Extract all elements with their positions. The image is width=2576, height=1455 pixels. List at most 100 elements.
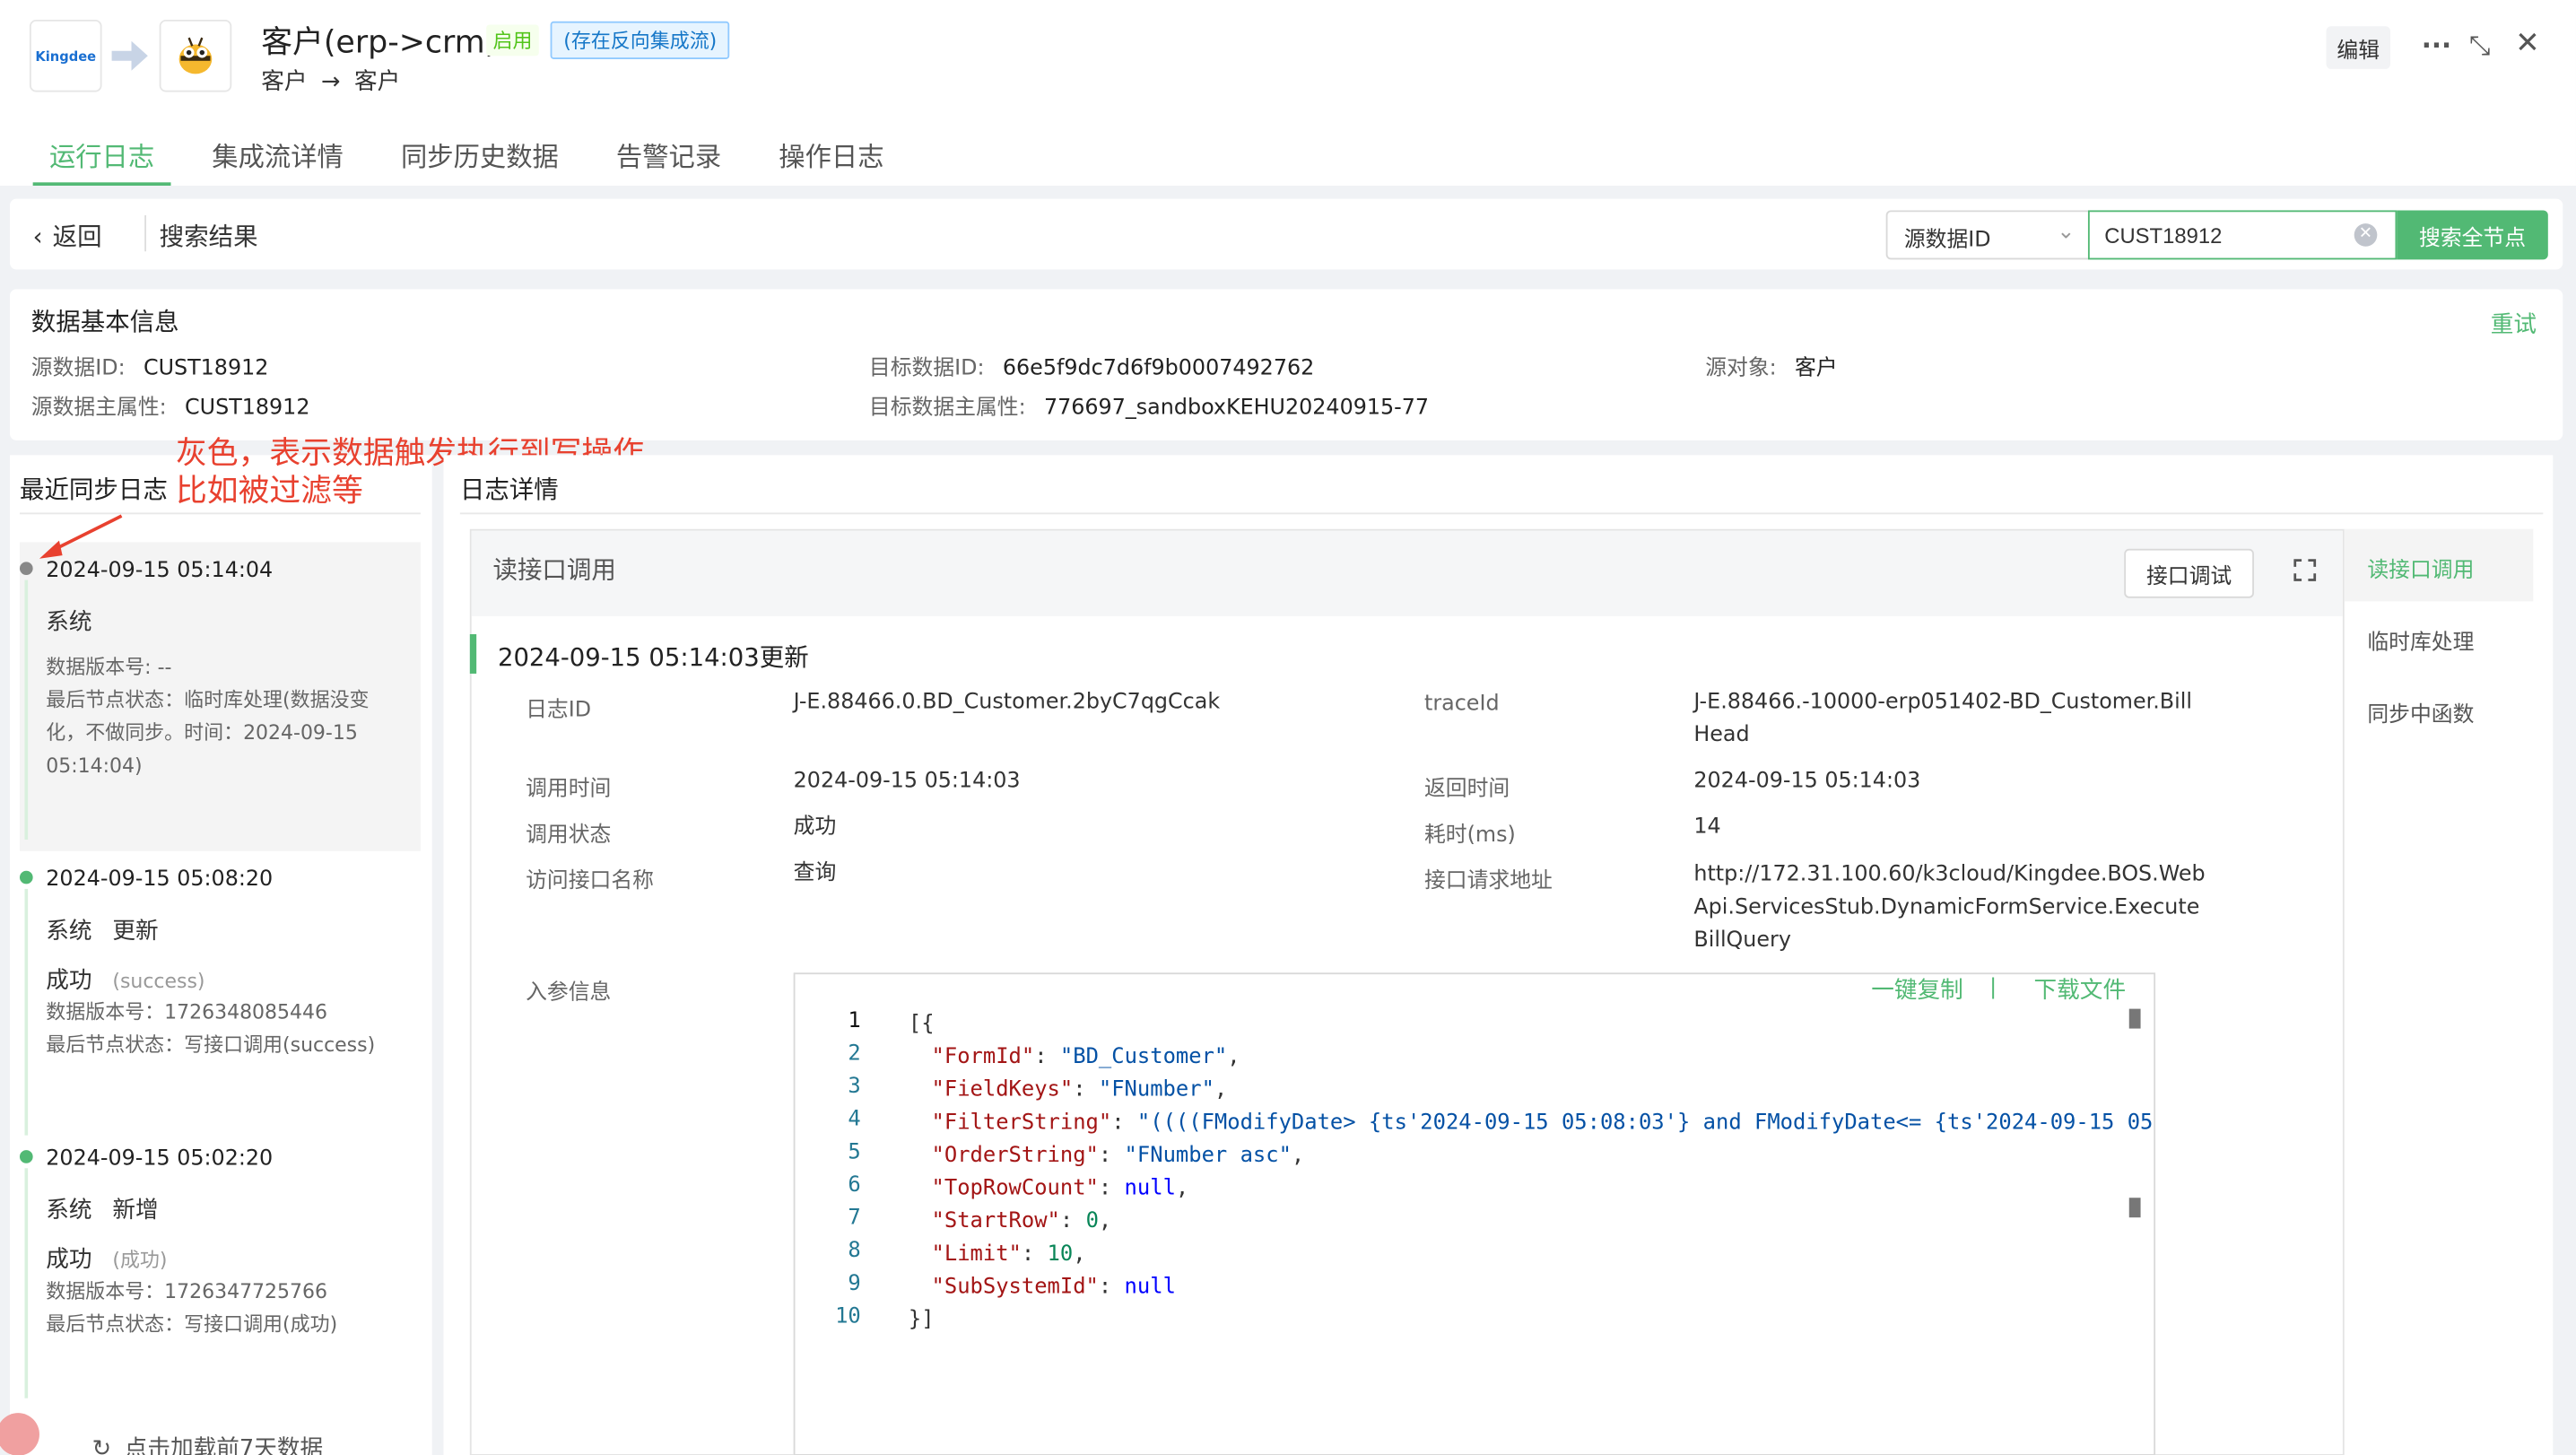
search-all-nodes-button[interactable]: 搜索全节点: [2397, 210, 2548, 260]
side-nav-read-api[interactable]: 读接口调用: [2367, 552, 2474, 583]
scrollbar-thumb[interactable]: [2128, 1008, 2141, 1029]
load-more-label: 点击加载前7天数据: [124, 1435, 324, 1455]
line-number: 2: [848, 1041, 861, 1067]
params-code-editor[interactable]: 1 2 3 4 5 6 7 8 9 10 [{ "FormId": "BD_Cu…: [793, 972, 2156, 1455]
copy-button[interactable]: 一键复制: [1871, 972, 1963, 1006]
timeline-line: [24, 888, 29, 1136]
code-line: "TopRowCount": null,: [931, 1176, 1189, 1201]
api-name-value: 查询: [793, 860, 837, 886]
tab-run-log[interactable]: 运行日志: [32, 135, 171, 186]
tgt-id-row: 目标数据ID: 66e5f9dc7d6f9b0007492762: [869, 350, 1315, 381]
code-value: null: [1124, 1176, 1176, 1201]
back-button[interactable]: ‹ 返回: [33, 219, 102, 253]
code-line: "FilterString": "((((FModifyDate> {ts'20…: [931, 1111, 2154, 1136]
code-key: "FieldKeys": [931, 1077, 1074, 1103]
bee-icon: [178, 37, 213, 74]
api-name-label: 访问接口名称: [526, 868, 655, 894]
code-line: "FieldKeys": "FNumber",: [931, 1077, 1228, 1103]
scrollbar-thumb[interactable]: [2128, 1198, 2141, 1218]
src-obj-label: 源对象:: [1705, 356, 1777, 381]
download-button[interactable]: 下载文件: [2034, 972, 2127, 1006]
api-debug-button[interactable]: 接口调试: [2124, 548, 2254, 598]
timeline-result: 成功 (success): [46, 963, 205, 996]
timeline-status-line: 最后节点状态：写接口调用(success): [46, 1033, 376, 1057]
shrink-icon[interactable]: ⤡: [2469, 30, 2490, 63]
code-value: "FNumber": [1098, 1077, 1214, 1103]
floating-dot[interactable]: [0, 1413, 39, 1455]
src-main-label: 源数据主属性:: [30, 396, 167, 421]
timeline-time[interactable]: 2024-09-15 05:08:20: [46, 867, 273, 892]
tgt-main-value: 776697_sandboxKEHU20240915-77: [1043, 396, 1430, 421]
code-value: "BD_Customer": [1059, 1044, 1228, 1070]
line-number: 7: [848, 1206, 861, 1231]
search-input[interactable]: [2087, 210, 2398, 260]
kingdee-logo: Kingdee: [29, 19, 102, 92]
tab-sync-history[interactable]: 同步历史数据: [385, 135, 575, 186]
timeline-result-note: (success): [112, 969, 205, 993]
close-icon[interactable]: ✕: [2515, 26, 2540, 60]
timeline-line: [24, 579, 29, 840]
load-more-button[interactable]: ↻ 点击加载前7天数据: [92, 1431, 324, 1455]
src-id-row: 源数据ID: CUST18912: [31, 350, 269, 380]
timeline-result: 成功 (成功): [46, 1242, 167, 1276]
retry-button[interactable]: 重试: [2491, 308, 2537, 341]
elapsed-value: 14: [1693, 815, 1721, 840]
kingdee-logo-text: Kingdee: [35, 48, 97, 64]
params-label: 入参信息: [526, 980, 612, 1006]
elapsed-label: 耗时(ms): [1423, 823, 1516, 849]
timeline-version: 数据版本号: --: [46, 655, 172, 679]
timeline-status-line: 最后节点状态：临时库处理(数据没变: [46, 688, 370, 712]
line-number: 3: [848, 1074, 861, 1100]
src-main-row: 源数据主属性: CUST18912: [30, 389, 310, 421]
tab-operation-log[interactable]: 操作日志: [762, 135, 901, 186]
line-number: 8: [848, 1239, 861, 1264]
tab-flow-details[interactable]: 集成流详情: [196, 135, 360, 186]
crm-logo: [159, 19, 232, 92]
line-number: 10: [835, 1304, 861, 1329]
timeline-action: 新增: [112, 1198, 159, 1224]
timeline-source: 系统 更新: [46, 913, 158, 946]
tgt-id-value: 66e5f9dc7d6f9b0007492762: [1002, 356, 1315, 381]
clear-icon[interactable]: ✕: [2354, 223, 2378, 247]
code-value: 0: [1085, 1209, 1099, 1234]
main-tabs: 运行日志 集成流详情 同步历史数据 告警记录 操作日志: [32, 135, 926, 186]
divider: [459, 512, 2544, 515]
call-time-label: 调用时间: [526, 777, 612, 802]
line-number: 6: [848, 1172, 861, 1198]
search-field-select[interactable]: 源数据ID ⌄: [1885, 210, 2090, 260]
line-number: 1: [848, 1008, 861, 1034]
chevron-down-icon: ⌄: [2057, 220, 2076, 245]
fullscreen-icon[interactable]: [2293, 559, 2317, 582]
timeline-line: [24, 1168, 29, 1398]
code-key: "TopRowCount": [931, 1176, 1099, 1201]
timeline-result-label: 成功: [46, 967, 92, 995]
side-nav-temp-db[interactable]: 临时库处理: [2367, 624, 2474, 655]
code-line: [{: [908, 1012, 935, 1037]
tgt-main-label: 目标数据主属性:: [868, 396, 1026, 421]
trace-id-value-cont: Head: [1693, 722, 1750, 748]
subtitle-to: 客户: [353, 68, 401, 96]
call-status-value: 成功: [793, 815, 837, 840]
flow-arrow-icon: [111, 40, 148, 71]
timeline-status-line: 最后节点状态：写接口调用(成功): [46, 1312, 338, 1337]
src-obj-row: 源对象: 客户: [1705, 350, 1837, 381]
search-results-label: 搜索结果: [159, 222, 258, 252]
more-icon[interactable]: ···: [2422, 30, 2451, 61]
timeline-time[interactable]: 2024-09-15 05:02:20: [46, 1146, 273, 1171]
back-label: 返回: [52, 222, 102, 252]
timeline-version: 数据版本号：1726347725766: [46, 1279, 327, 1303]
side-nav-sync-function[interactable]: 同步中函数: [2367, 697, 2474, 728]
return-time-value: 2024-09-15 05:14:03: [1693, 769, 1921, 794]
line-number: 9: [848, 1271, 861, 1297]
edit-button[interactable]: 编辑: [2326, 26, 2390, 69]
tab-alert-records[interactable]: 告警记录: [600, 135, 738, 186]
code-key: "SubSystemId": [931, 1275, 1099, 1300]
timeline-action: 更新: [112, 918, 159, 945]
reverse-flow-badge[interactable]: (存在反向集成流): [550, 21, 730, 59]
subtitle-from: 客户: [261, 68, 308, 96]
recent-sync-log-title: 最近同步日志: [19, 475, 168, 505]
return-time-label: 返回时间: [1423, 777, 1510, 802]
code-key: "StartRow": [931, 1209, 1060, 1234]
src-main-value: CUST18912: [185, 396, 310, 421]
chevron-left-icon: ‹: [32, 222, 43, 252]
